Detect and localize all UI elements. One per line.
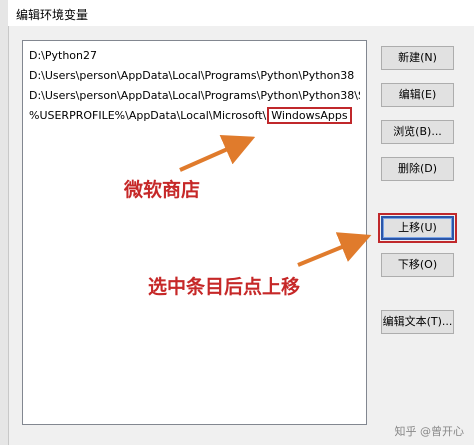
watermark: 知乎 @曾开心 <box>394 425 465 438</box>
annotation-arrows <box>179 135 372 267</box>
arrow-to-move-up <box>297 232 372 267</box>
instruction-annotation: 选中条目后点上移 <box>148 276 301 298</box>
arrow-to-windowsapps <box>179 135 256 172</box>
store-annotation: 微软商店 <box>124 179 201 201</box>
